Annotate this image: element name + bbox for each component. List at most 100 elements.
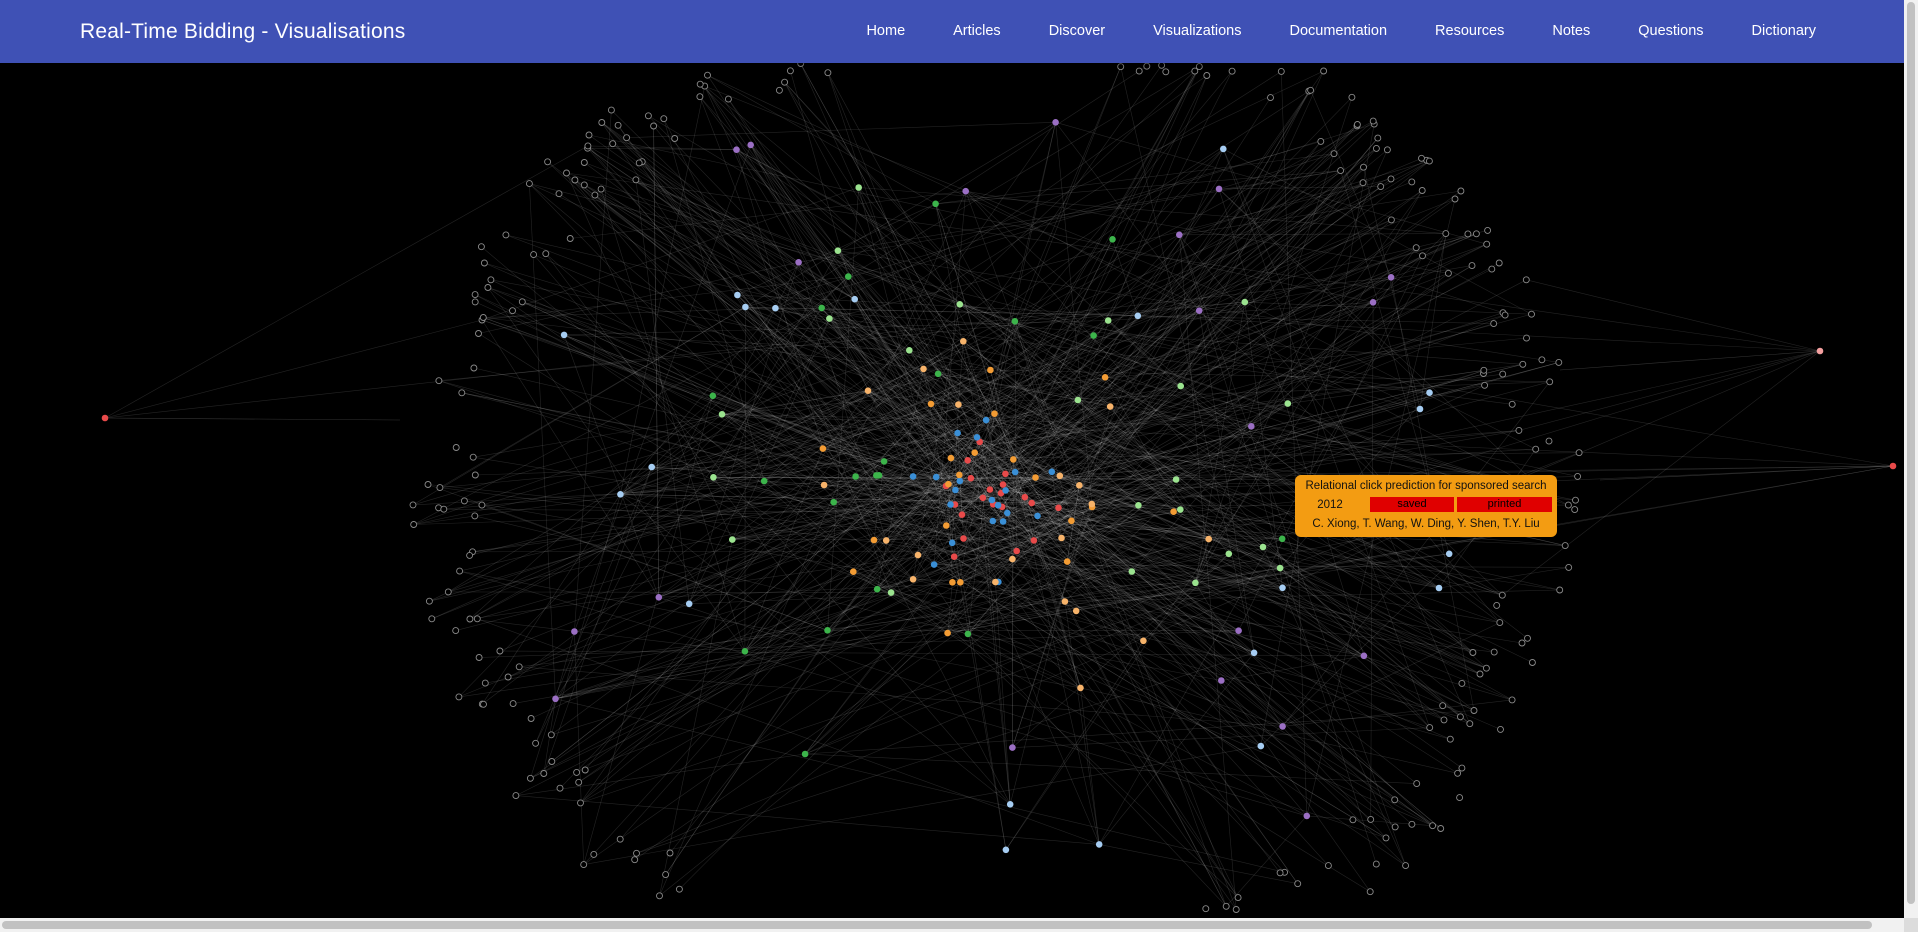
graph-node[interactable] [855,184,862,191]
graph-node[interactable] [992,578,999,586]
graph-node[interactable] [882,537,890,544]
graph-node-outer[interactable] [1496,619,1504,627]
graph-node-outer[interactable] [1532,445,1540,453]
graph-node-outer[interactable] [704,71,711,79]
graph-node[interactable] [957,579,964,586]
graph-node-outer[interactable] [1425,157,1433,165]
graph-node[interactable] [1177,382,1184,390]
graph-node-outer[interactable] [1158,61,1166,69]
graph-node[interactable] [1011,318,1019,325]
graph-node[interactable] [956,477,964,485]
graph-node-outer[interactable] [471,512,479,520]
graph-node[interactable] [1030,537,1038,544]
graph-node-outer[interactable] [1444,269,1452,277]
nav-resources[interactable]: Resources [1411,0,1528,63]
graph-node-outer[interactable] [616,835,624,843]
graph-node[interactable] [880,458,888,465]
graph-node-outer[interactable] [496,647,504,655]
graph-node[interactable] [655,594,663,601]
graph-node-outer[interactable] [473,615,481,623]
graph-node[interactable] [1279,723,1286,730]
graph-node[interactable] [1259,543,1267,551]
graph-node[interactable] [1002,487,1009,494]
graph-node-outer[interactable] [675,885,683,893]
graph-node-outer[interactable] [555,190,563,198]
graph-node-outer[interactable] [428,615,436,623]
graph-node[interactable] [873,472,880,479]
graph-node[interactable] [914,551,922,559]
graph-node-outer[interactable] [591,191,599,199]
graph-node[interactable] [887,589,895,596]
graph-node-outer[interactable] [1412,244,1420,252]
graph-node[interactable] [950,553,958,560]
graph-node[interactable] [987,366,994,374]
graph-node[interactable] [988,496,996,504]
graph-node[interactable] [685,600,693,608]
graph-node-outer[interactable] [631,856,639,864]
graph-node-outer[interactable] [512,792,520,800]
graph-node[interactable] [1028,499,1035,507]
graph-node[interactable] [1009,744,1016,751]
horizontal-scrollbar-thumb[interactable] [2,921,1872,929]
graph-node-outer[interactable] [1143,62,1151,70]
graph-node[interactable] [1068,517,1075,525]
graph-node-outer[interactable] [1458,679,1466,687]
graph-node[interactable] [909,473,917,480]
graph-node[interactable] [1058,534,1065,542]
graph-node-outer[interactable] [1472,230,1480,238]
graph-node-outer[interactable] [666,849,674,857]
graph-node-outer[interactable] [471,298,479,306]
graph-node[interactable] [864,387,872,395]
graph-node-outer[interactable] [509,307,516,315]
graph-node[interactable] [801,750,809,758]
graph-node[interactable] [952,486,959,494]
graph-node[interactable] [1077,684,1084,692]
graph-node-outer[interactable] [584,142,592,150]
graph-node-outer[interactable] [614,121,622,129]
graph-node-outer[interactable] [580,159,588,166]
graph-node[interactable] [718,411,726,418]
graph-node[interactable] [920,365,927,373]
graph-node[interactable] [1056,472,1064,480]
graph-node-outer[interactable] [1466,720,1474,728]
graph-node-outer[interactable] [542,250,550,258]
graph-node[interactable] [772,304,779,312]
graph-node-outer[interactable] [530,251,538,259]
graph-node[interactable] [1172,476,1180,483]
graph-node[interactable] [1021,493,1029,501]
graph-node[interactable] [834,247,842,254]
graph-node[interactable] [1140,637,1147,645]
graph-node-outer[interactable] [1418,187,1426,194]
graph-node-outer[interactable] [1571,506,1579,514]
graph-node-outer[interactable] [456,567,464,575]
graph-node[interactable] [982,416,990,424]
graph-node-outer[interactable] [1482,664,1490,672]
graph-node-outer[interactable] [1387,175,1395,183]
graph-node-outer[interactable] [460,497,468,505]
graph-node-outer[interactable] [547,731,555,739]
graph-node[interactable] [1076,482,1083,489]
graph-node-outer[interactable] [1348,93,1356,101]
graph-node[interactable] [1009,555,1016,563]
graph-node[interactable] [1445,550,1453,558]
graph-node-outer[interactable] [623,134,631,142]
graph-node-outer[interactable] [1499,370,1507,378]
graph-node[interactable] [934,370,942,378]
graph-node[interactable] [947,501,954,508]
graph-node[interactable] [964,630,972,638]
graph-node[interactable] [571,628,578,635]
graph-node-outer[interactable] [484,284,492,291]
graph-node[interactable] [1010,456,1017,463]
graph-node-outer[interactable] [1349,816,1357,824]
graph-node-outer[interactable] [1476,670,1484,678]
graph-node-outer[interactable] [1555,358,1563,366]
graph-node-outer[interactable] [1528,659,1536,666]
graph-node[interactable] [909,576,917,583]
graph-node-outer[interactable] [633,849,640,857]
graph-node-outer[interactable] [1446,735,1454,743]
graph-node[interactable] [1135,502,1142,509]
graph-node[interactable] [1134,312,1142,320]
graph-node-outer[interactable] [566,235,574,242]
graph-node-outer[interactable] [786,67,794,75]
graph-node[interactable] [1241,298,1249,306]
